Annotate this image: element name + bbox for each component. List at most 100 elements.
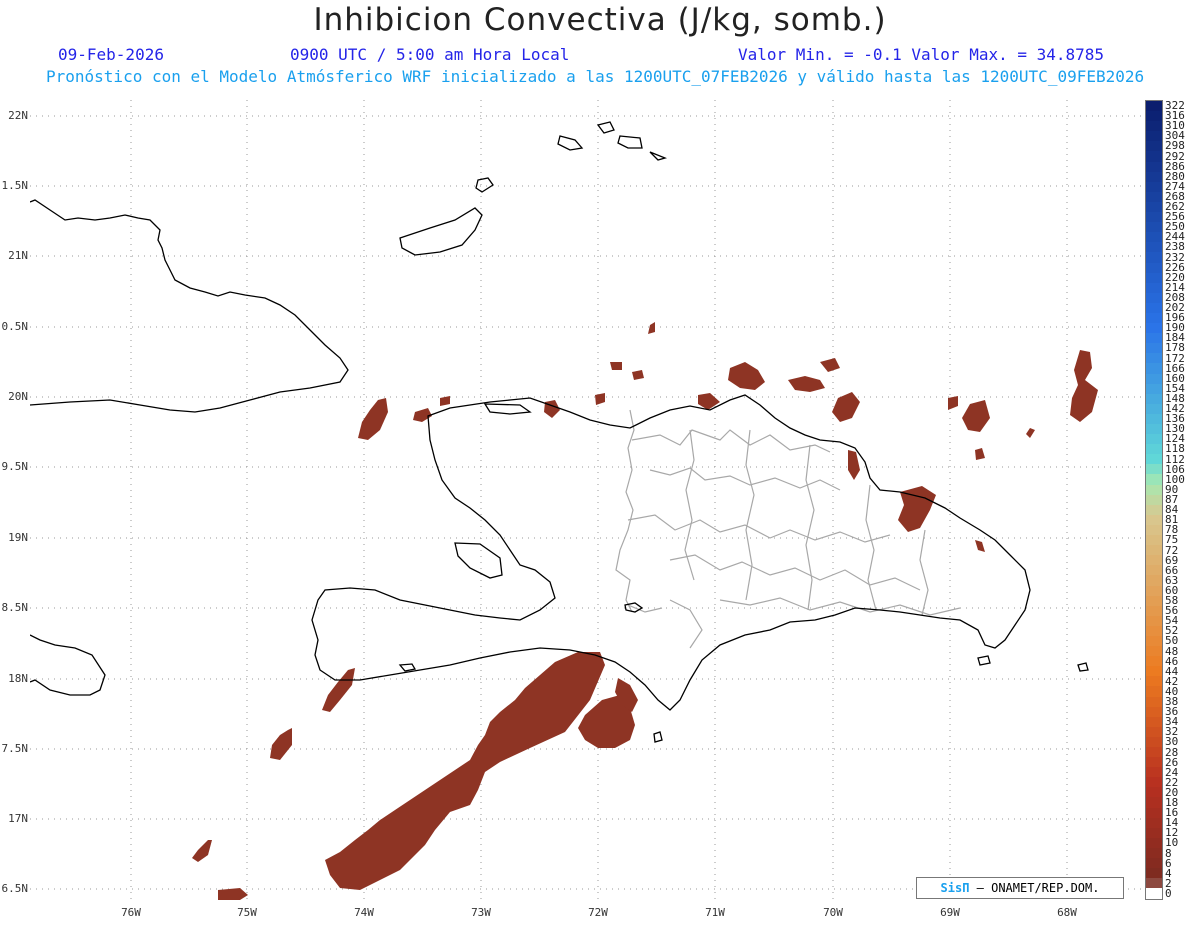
color-swatch	[1146, 827, 1162, 838]
color-swatch	[1146, 585, 1162, 596]
color-swatch	[1146, 393, 1162, 404]
longitude-label: 70W	[823, 906, 843, 919]
color-swatch	[1146, 201, 1162, 213]
coast-mona	[1077, 662, 1089, 672]
latitude-label: 9.5N	[1, 460, 29, 473]
color-swatch	[1146, 232, 1162, 243]
color-swatch	[1146, 101, 1162, 112]
color-swatch	[1146, 595, 1162, 606]
forecast-time: 0900 UTC / 5:00 am Hora Local	[290, 45, 570, 64]
color-swatch	[1146, 424, 1162, 435]
color-swatch	[1146, 747, 1162, 758]
color-swatch	[1146, 413, 1162, 424]
latitude-label: 21N	[8, 249, 28, 262]
color-swatch	[1146, 272, 1162, 283]
shade-north-14	[975, 448, 985, 460]
longitude-label: 72W	[588, 906, 608, 919]
color-swatch	[1146, 615, 1162, 626]
graticule	[30, 100, 1142, 900]
shade-northeast-5	[1026, 428, 1035, 438]
color-swatch	[1146, 656, 1162, 667]
latitude-label: 1.5N	[1, 179, 29, 192]
map-title: Inhibicion Convectiva (J/kg, somb.)	[313, 2, 887, 38]
color-swatch	[1146, 171, 1162, 182]
color-swatch	[1146, 484, 1162, 495]
shade-north-6	[648, 322, 655, 334]
color-swatch	[1146, 868, 1162, 879]
color-swatch	[1146, 121, 1162, 132]
color-swatch	[1146, 545, 1162, 556]
color-swatch	[1146, 686, 1162, 697]
color-swatch	[1146, 676, 1162, 687]
color-scale-label: 0	[1165, 886, 1172, 900]
coast-bahamas-3	[557, 135, 584, 151]
color-swatch	[1146, 535, 1162, 546]
color-swatch	[1146, 252, 1162, 263]
color-swatch	[1146, 625, 1162, 636]
latitude-label: 18N	[8, 672, 28, 685]
shade-west-3	[192, 840, 212, 862]
color-swatch	[1146, 726, 1162, 737]
color-swatch	[1146, 333, 1162, 344]
shade-north-1	[358, 398, 388, 440]
value-min-max: Valor Min. = -0.1 Valor Max. = 34.8785	[738, 45, 1105, 64]
longitude-label: 68W	[1057, 906, 1077, 919]
color-swatch	[1146, 262, 1162, 273]
color-swatch	[1146, 282, 1162, 293]
color-swatch	[1146, 757, 1162, 768]
color-swatch	[1146, 161, 1162, 172]
coast-bahamas-4	[596, 121, 615, 134]
color-swatch	[1146, 312, 1162, 324]
shade-north-7	[610, 362, 622, 370]
color-swatch	[1146, 817, 1162, 828]
credit-brand: SisΠ	[940, 881, 970, 895]
color-swatch	[1146, 767, 1162, 778]
color-swatch	[1146, 323, 1162, 334]
color-swatch	[1146, 131, 1162, 142]
color-swatch	[1146, 858, 1162, 869]
color-scale-bar	[1145, 100, 1163, 900]
color-swatch	[1146, 383, 1162, 394]
longitude-label: 69W	[940, 906, 960, 919]
color-swatch	[1146, 181, 1162, 192]
coast-tortuga	[483, 403, 532, 415]
shade-samana	[848, 450, 860, 480]
shade-caribbean-main	[325, 652, 605, 890]
color-swatch	[1146, 504, 1162, 515]
color-swatch	[1146, 242, 1162, 253]
coastlines	[30, 121, 1089, 743]
color-swatch	[1146, 111, 1162, 122]
coast-bahamas-5	[617, 135, 643, 149]
shade-west-4	[218, 888, 248, 900]
coast-cuba	[30, 199, 349, 413]
color-swatch	[1146, 191, 1162, 202]
model-description: Pronóstico con el Modelo Atmósferico WRF…	[46, 67, 1145, 86]
color-swatch	[1146, 514, 1162, 525]
color-swatch	[1146, 373, 1162, 384]
shade-north-3	[440, 396, 450, 406]
latitude-label: 17N	[8, 812, 28, 825]
map-canvas	[30, 100, 1142, 900]
latitude-label: 7.5N	[1, 742, 29, 755]
coast-saona	[977, 655, 991, 666]
shade-west-2	[270, 728, 292, 760]
latitude-label: 20N	[8, 390, 28, 403]
shade-north-8	[632, 370, 644, 380]
color-swatch	[1146, 575, 1162, 586]
color-swatch	[1146, 474, 1162, 485]
color-swatch	[1146, 736, 1162, 747]
color-swatch	[1146, 706, 1162, 717]
shade-north-4	[544, 400, 560, 418]
color-swatch	[1146, 797, 1162, 808]
shade-north-12	[820, 358, 840, 372]
color-swatch	[1146, 888, 1162, 899]
shade-northeast-2	[962, 400, 990, 432]
color-swatch	[1146, 434, 1162, 445]
color-swatch	[1146, 837, 1162, 848]
color-swatch	[1146, 302, 1162, 313]
longitude-label: 75W	[237, 906, 257, 919]
color-swatch	[1146, 565, 1162, 576]
color-swatch	[1146, 464, 1162, 475]
shade-north-9	[698, 393, 720, 410]
color-swatch	[1146, 454, 1162, 465]
